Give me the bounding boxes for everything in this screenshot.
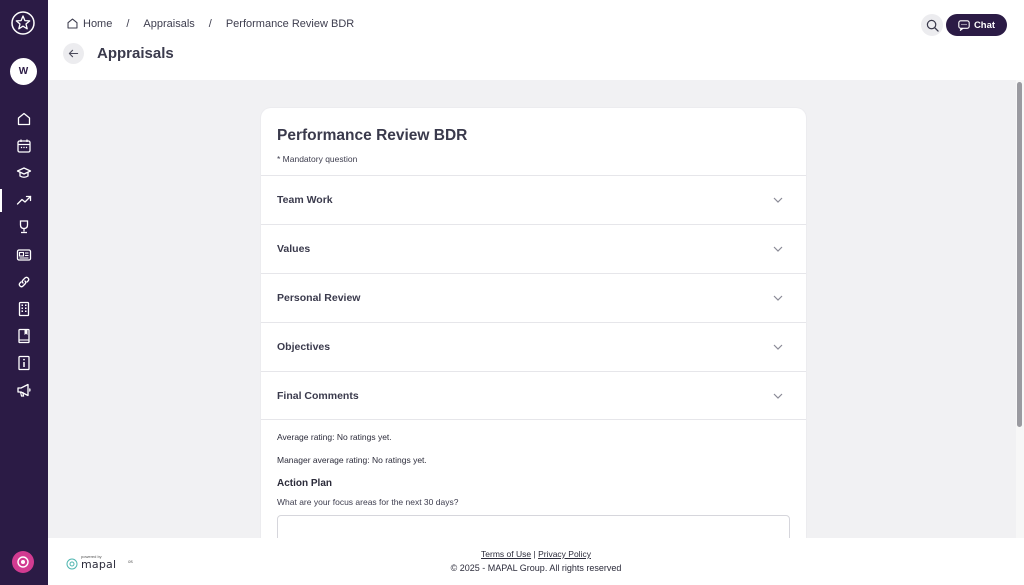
- page-header: Home / Appraisals / Performance Review B…: [48, 0, 1024, 80]
- breadcrumb-separator: /: [126, 17, 130, 30]
- chevron-down-icon: [773, 393, 783, 399]
- section-label: Objectives: [277, 341, 331, 353]
- assistant-icon: [17, 556, 29, 568]
- info-icon: [18, 356, 30, 371]
- chat-bubble-icon: [958, 19, 970, 31]
- footer-links: Terms of Use | Privacy Policy: [48, 549, 1024, 559]
- footer-links-separator: |: [533, 549, 536, 559]
- sidebar-item-links[interactable]: [0, 268, 48, 295]
- sidebar-item-announcements[interactable]: [0, 377, 48, 404]
- form-title: Performance Review BDR: [277, 127, 468, 144]
- chevron-down-icon: [773, 197, 783, 203]
- breadcrumb-appraisals[interactable]: Appraisals: [143, 18, 194, 30]
- breadcrumb: Home / Appraisals / Performance Review B…: [66, 17, 354, 30]
- avatar[interactable]: W: [10, 58, 37, 85]
- back-button[interactable]: [63, 43, 84, 64]
- breadcrumb-home[interactable]: Home: [66, 17, 112, 30]
- mandatory-note: * Mandatory question: [277, 154, 358, 164]
- sidebar: W: [0, 0, 48, 585]
- chat-button-label: Chat: [973, 19, 996, 31]
- arrow-left-icon: [68, 49, 79, 58]
- calendar-icon: [17, 139, 31, 153]
- sidebar-item-performance[interactable]: [0, 187, 48, 214]
- scrollbar-thumb[interactable]: [1017, 82, 1022, 427]
- sidebar-item-recognition[interactable]: [0, 214, 48, 241]
- section-label: Personal Review: [277, 292, 361, 304]
- search-button[interactable]: [921, 14, 943, 36]
- chevron-down-icon: [773, 246, 783, 252]
- link-icon: [18, 276, 30, 288]
- sidebar-item-calendar[interactable]: [0, 132, 48, 159]
- appraisal-form-card: Performance Review BDR * Mandatory quest…: [261, 108, 806, 548]
- home-icon: [17, 112, 31, 125]
- search-icon: [926, 19, 939, 32]
- home-icon: [67, 18, 78, 29]
- sidebar-item-info[interactable]: [0, 350, 48, 377]
- sidebar-item-organisation[interactable]: [0, 295, 48, 322]
- section-objectives[interactable]: Objectives: [261, 322, 806, 371]
- page-title: Appraisals: [97, 45, 174, 62]
- section-values[interactable]: Values: [261, 224, 806, 273]
- action-plan-title: Action Plan: [277, 478, 333, 489]
- chat-button[interactable]: Chat: [946, 14, 1007, 36]
- sidebar-item-home[interactable]: [0, 105, 48, 132]
- section-personal-review[interactable]: Personal Review: [261, 273, 806, 322]
- breadcrumb-home-label: Home: [83, 17, 113, 30]
- trophy-icon: [19, 220, 29, 234]
- assistant-button[interactable]: [12, 551, 34, 573]
- megaphone-icon: [17, 384, 31, 398]
- book-icon: [18, 328, 30, 344]
- building-icon: [18, 301, 30, 317]
- sidebar-nav: [0, 105, 48, 404]
- star-logo-icon[interactable]: [11, 11, 35, 35]
- page-footer: powered by mapal os Terms of Use | Priva…: [48, 538, 1024, 585]
- copyright: © 2025 - MAPAL Group. All rights reserve…: [450, 563, 622, 573]
- manager-average-rating: Manager average rating: No ratings yet.: [277, 455, 427, 465]
- breadcrumb-current: Performance Review BDR: [225, 17, 355, 30]
- action-plan-question: What are your focus areas for the next 3…: [277, 497, 459, 507]
- trend-up-icon: [16, 196, 32, 205]
- id-card-icon: [16, 248, 32, 261]
- section-label: Values: [277, 243, 311, 255]
- chevron-down-icon: [773, 344, 783, 350]
- sidebar-item-directory[interactable]: [0, 241, 48, 268]
- section-label: Final Comments: [277, 389, 359, 402]
- average-rating: Average rating: No ratings yet.: [277, 432, 392, 442]
- chevron-down-icon: [773, 295, 783, 301]
- sidebar-item-library[interactable]: [0, 323, 48, 350]
- section-team-work[interactable]: Team Work: [261, 175, 806, 224]
- graduation-cap-icon: [16, 167, 32, 178]
- section-label: Team Work: [277, 194, 333, 206]
- sidebar-item-learning[interactable]: [0, 159, 48, 186]
- breadcrumb-separator: /: [208, 17, 212, 30]
- section-final-comments[interactable]: Final Comments: [261, 371, 806, 420]
- terms-link[interactable]: Terms of Use: [481, 549, 531, 559]
- privacy-link[interactable]: Privacy Policy: [538, 549, 591, 559]
